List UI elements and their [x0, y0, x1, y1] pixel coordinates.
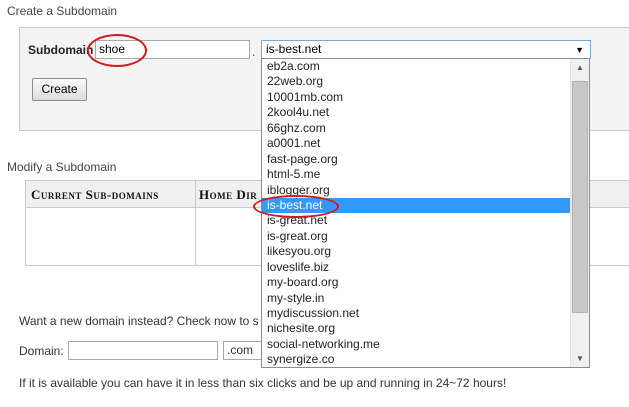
- domain-select-value: is-best.net: [266, 42, 322, 56]
- dropdown-option[interactable]: my-board.org: [262, 275, 571, 290]
- dropdown-option[interactable]: 66ghz.com: [262, 121, 571, 136]
- dropdown-option[interactable]: social-networking.me: [262, 337, 571, 352]
- dropdown-option[interactable]: 2kool4u.net: [262, 105, 571, 120]
- dropdown-option[interactable]: loveslife.biz: [262, 260, 571, 275]
- chevron-down-icon[interactable]: ▼: [575, 43, 584, 58]
- dropdown-option[interactable]: mydiscussion.net: [262, 306, 571, 321]
- domain-select[interactable]: is-best.net ▼: [261, 40, 591, 59]
- dropdown-scrollbar[interactable]: ▲ ▼: [570, 59, 589, 367]
- dropdown-option[interactable]: a0001.net: [262, 136, 571, 151]
- scroll-up-icon[interactable]: ▲: [571, 59, 589, 76]
- dropdown-option[interactable]: is-great.org: [262, 229, 571, 244]
- dropdown-option[interactable]: fast-page.org: [262, 152, 571, 167]
- dropdown-option[interactable]: nichesite.org: [262, 321, 571, 336]
- availability-note: If it is available you can have it in le…: [19, 376, 507, 390]
- create-subdomain-title: Create a Subdomain: [7, 4, 118, 18]
- dropdown-option[interactable]: 22web.org: [262, 74, 571, 89]
- highlight-circle-subdomain: [87, 34, 147, 67]
- dropdown-option[interactable]: my-style.in: [262, 291, 571, 306]
- column-divider: [195, 181, 196, 265]
- modify-subdomain-title: Modify a Subdomain: [7, 160, 117, 174]
- domain-separator-dot: .: [252, 45, 256, 59]
- domain-label: Domain:: [19, 344, 64, 358]
- dropdown-option[interactable]: html-5.me: [262, 167, 571, 182]
- create-button[interactable]: Create: [32, 78, 87, 101]
- dropdown-option[interactable]: 10001mb.com: [262, 90, 571, 105]
- dropdown-option[interactable]: synergize.co: [262, 352, 571, 367]
- dropdown-option[interactable]: likesyou.org: [262, 244, 571, 259]
- highlight-circle-selected-domain: [253, 195, 339, 218]
- new-domain-prompt: Want a new domain instead? Check now to …: [19, 314, 259, 328]
- scrollbar-thumb[interactable]: [572, 81, 588, 313]
- new-domain-input[interactable]: [68, 341, 218, 360]
- column-header-current-subdomains: Current Sub-domains: [31, 187, 159, 202]
- column-header-home-directory: Home Dir: [199, 187, 258, 202]
- scroll-down-icon[interactable]: ▼: [571, 350, 589, 367]
- tld-select[interactable]: .com: [223, 341, 263, 360]
- dropdown-option[interactable]: eb2a.com: [262, 59, 571, 74]
- subdomain-label: Subdomain: [28, 43, 94, 57]
